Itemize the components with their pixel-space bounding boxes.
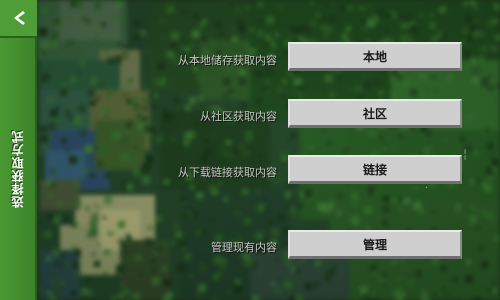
map-marker-icon: · <box>425 183 429 194</box>
option-label-link: 从下载链接获取内容 <box>178 166 277 179</box>
option-label-community: 从社区获取内容 <box>200 110 277 123</box>
option-label-manage: 管理现有内容 <box>211 241 277 254</box>
sidebar: 选择获取方式 <box>0 0 37 300</box>
link-button[interactable]: 链接 <box>288 155 462 184</box>
chevron-left-icon <box>13 11 25 25</box>
sidebar-title: 选择获取方式 <box>11 130 25 208</box>
community-button[interactable]: 社区 <box>288 99 462 128</box>
option-label-local: 从本地储存获取内容 <box>178 54 277 67</box>
back-button[interactable] <box>0 0 37 38</box>
screen: ╎ · 选择获取方式 从本地储存获取内容 本地 从社区获取内容 社区 从下载链接… <box>0 0 500 300</box>
manage-button[interactable]: 管理 <box>288 230 462 259</box>
map-marker-icon: ╎ <box>462 150 469 161</box>
local-button[interactable]: 本地 <box>288 42 462 71</box>
sidebar-title-container: 选择获取方式 <box>0 38 35 300</box>
